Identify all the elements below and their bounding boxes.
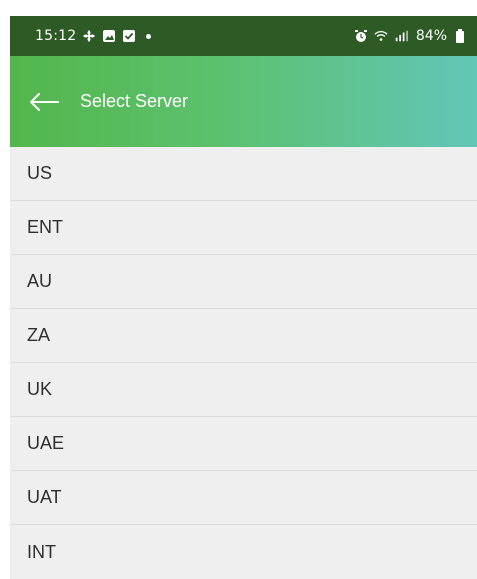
wifi-icon: [374, 29, 388, 43]
server-item-uk[interactable]: UK: [10, 363, 477, 417]
battery-icon: [453, 29, 467, 43]
server-item-za[interactable]: ZA: [10, 309, 477, 363]
page-title: Select Server: [80, 91, 189, 111]
back-arrow-icon[interactable]: [26, 84, 62, 120]
server-item-us[interactable]: US: [10, 147, 477, 201]
server-item-ent[interactable]: ENT: [10, 201, 477, 255]
status-time: 15:12: [35, 28, 77, 44]
server-list: US ENT AU ZA UK UAE UAT INT: [10, 147, 477, 579]
battery-percent: 84%: [415, 28, 447, 44]
server-item-uat[interactable]: UAT: [10, 471, 477, 525]
gallery-icon: [102, 29, 116, 43]
screen: 15:12 84% Select Server US ENT AU ZA UK …: [0, 0, 477, 579]
status-left: 15:12: [35, 28, 152, 44]
alarm-icon: [354, 29, 368, 43]
notification-dot: [146, 33, 152, 39]
signal-icon: [394, 29, 408, 43]
status-right: 84%: [354, 28, 467, 44]
server-item-uae[interactable]: UAE: [10, 417, 477, 471]
fan-icon: [82, 29, 96, 43]
checkbox-icon: [122, 29, 136, 43]
server-item-au[interactable]: AU: [10, 255, 477, 309]
app-bar: Select Server: [10, 56, 477, 147]
server-item-int[interactable]: INT: [10, 525, 477, 579]
status-bar: 15:12 84%: [10, 16, 477, 56]
